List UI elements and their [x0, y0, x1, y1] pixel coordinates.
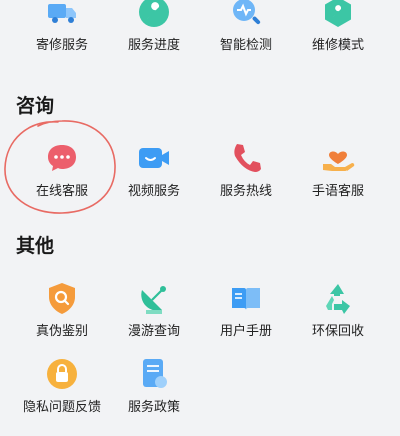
online-support-label: 在线客服 — [35, 184, 88, 199]
sign-language-support-label: 手语客服 — [311, 184, 364, 199]
repair-mode-item[interactable]: 维修模式 — [292, 0, 384, 64]
service-policy-label: 服务政策 — [127, 400, 180, 415]
consult-row: 在线客服 视频服务 服务热线 手语客服 — [0, 140, 400, 220]
other-row: 真伪鉴别 漫游查询 用户手册 环保回收 — [0, 280, 400, 360]
shield-search-icon — [44, 280, 80, 316]
user-manual-item[interactable]: 用户手册 — [200, 280, 292, 350]
other-section-title: 其他 — [16, 235, 55, 257]
roaming-query-item[interactable]: 漫游查询 — [108, 280, 200, 350]
mail-in-repair-item[interactable]: 寄修服务 — [16, 0, 108, 64]
lock-icon — [44, 356, 80, 392]
authenticity-check-item[interactable]: 真伪鉴别 — [16, 280, 108, 350]
consult-section-title: 咨询 — [16, 95, 55, 117]
chat-bubble-icon — [44, 140, 80, 176]
service-hotline-label: 服务热线 — [219, 184, 272, 199]
sign-language-support-item[interactable]: 手语客服 — [292, 140, 384, 210]
authenticity-check-label: 真伪鉴别 — [35, 324, 88, 339]
service-page: 寄修服务 服务进度 智能检测 维修模式 咨询 在线客服 视频服务 服务热线 手语… — [0, 0, 400, 415]
document-icon — [136, 356, 172, 392]
smart-detection-label: 智能检测 — [219, 38, 272, 53]
hexagon-wrench-icon — [320, 0, 356, 30]
service-row-bottom: 隐私问题反馈 服务政策 — [0, 356, 400, 436]
online-support-item[interactable]: 在线客服 — [16, 140, 108, 210]
video-service-label: 视频服务 — [127, 184, 180, 199]
eco-recycling-item[interactable]: 环保回收 — [292, 280, 384, 350]
repair-mode-label: 维修模式 — [311, 38, 364, 53]
mail-in-repair-label: 寄修服务 — [35, 38, 88, 53]
service-progress-label: 服务进度 — [127, 38, 180, 53]
phone-icon — [228, 140, 264, 176]
satellite-dish-icon — [136, 280, 172, 316]
magnifier-pulse-icon — [228, 0, 264, 30]
privacy-feedback-item[interactable]: 隐私问题反馈 — [16, 356, 108, 426]
sign-language-icon — [320, 140, 356, 176]
video-service-item[interactable]: 视频服务 — [108, 140, 200, 210]
video-camera-icon — [136, 140, 172, 176]
service-policy-item[interactable]: 服务政策 — [108, 356, 200, 426]
recycle-icon — [320, 280, 356, 316]
service-row-top: 寄修服务 服务进度 智能检测 维修模式 — [0, 0, 400, 74]
roaming-query-label: 漫游查询 — [127, 324, 180, 339]
service-progress-item[interactable]: 服务进度 — [108, 0, 200, 64]
truck-icon — [44, 0, 80, 30]
smart-detection-item[interactable]: 智能检测 — [200, 0, 292, 64]
service-hotline-item[interactable]: 服务热线 — [200, 140, 292, 210]
wrench-icon — [136, 0, 172, 30]
eco-recycling-label: 环保回收 — [311, 324, 364, 339]
book-icon — [228, 280, 264, 316]
user-manual-label: 用户手册 — [219, 324, 272, 339]
privacy-feedback-label: 隐私问题反馈 — [22, 400, 101, 415]
